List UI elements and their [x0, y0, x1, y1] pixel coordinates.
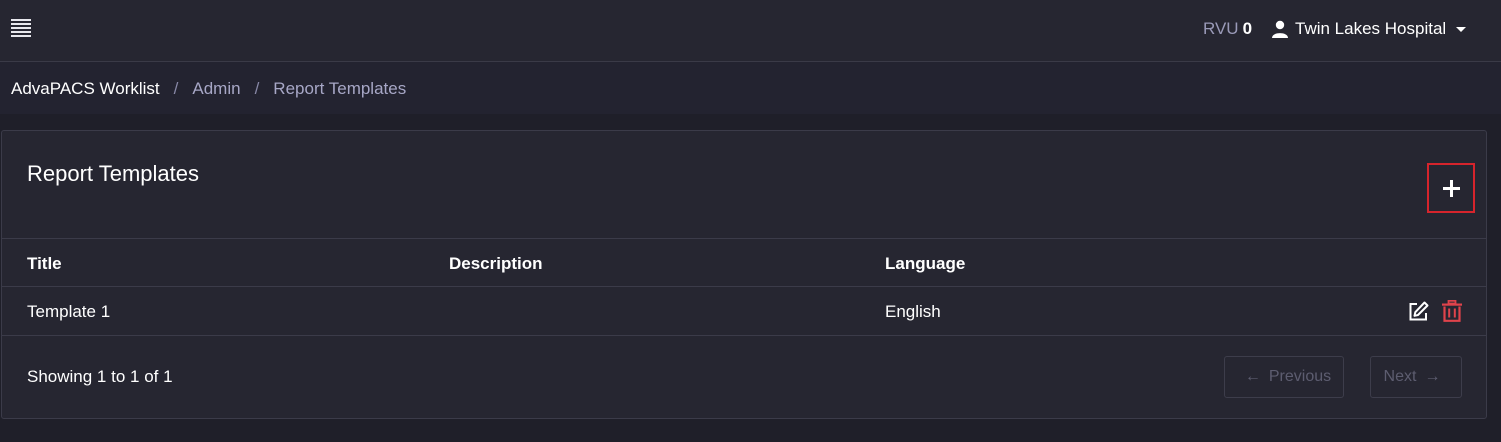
table-header-row: Title Description Language: [2, 238, 1486, 287]
rvu-value: 0: [1242, 19, 1253, 38]
rvu-counter: RVU 0: [1203, 19, 1252, 39]
hamburger-menu-icon[interactable]: [11, 19, 31, 37]
column-header-description[interactable]: Description: [449, 254, 543, 274]
caret-down-icon: [1456, 26, 1467, 32]
user-menu-dropdown[interactable]: Twin Lakes Hospital: [1271, 17, 1467, 41]
breadcrumb-separator: /: [254, 79, 260, 98]
breadcrumb-bar: AdvaPACS Worklist / Admin / Report Templ…: [0, 62, 1501, 114]
top-navbar: RVU 0 Twin Lakes Hospital: [0, 0, 1501, 62]
breadcrumb-worklist-link[interactable]: AdvaPACS Worklist: [11, 79, 160, 99]
arrow-left-icon: ←: [1244, 368, 1261, 385]
breadcrumb-admin-link[interactable]: Admin: [192, 79, 240, 99]
next-page-button[interactable]: Next →: [1370, 356, 1462, 398]
table-row[interactable]: Template 1 English: [2, 287, 1486, 336]
column-header-language[interactable]: Language: [885, 254, 965, 274]
column-header-title[interactable]: Title: [27, 254, 62, 274]
previous-label: Previous: [1268, 368, 1332, 385]
cell-title: Template 1: [27, 302, 111, 321]
breadcrumb-current-page: Report Templates: [273, 79, 407, 98]
add-template-button[interactable]: [1427, 163, 1475, 213]
breadcrumb: AdvaPACS Worklist / Admin / Report Templ…: [11, 79, 406, 99]
report-templates-card: Report Templates Title Description Langu…: [1, 130, 1487, 419]
rvu-label: RVU: [1203, 19, 1239, 38]
next-label: Next: [1383, 368, 1417, 385]
pagination-info: Showing 1 to 1 of 1: [27, 367, 173, 386]
edit-icon[interactable]: [1408, 301, 1429, 322]
breadcrumb-separator: /: [173, 79, 179, 98]
user-name: Twin Lakes Hospital: [1295, 19, 1447, 38]
previous-page-button[interactable]: ← Previous: [1224, 356, 1344, 398]
arrow-right-icon: →: [1424, 368, 1441, 385]
page-title: Report Templates: [27, 161, 200, 186]
cell-language: English: [885, 302, 941, 321]
user-icon: [1272, 20, 1288, 38]
trash-icon[interactable]: [1441, 300, 1463, 322]
